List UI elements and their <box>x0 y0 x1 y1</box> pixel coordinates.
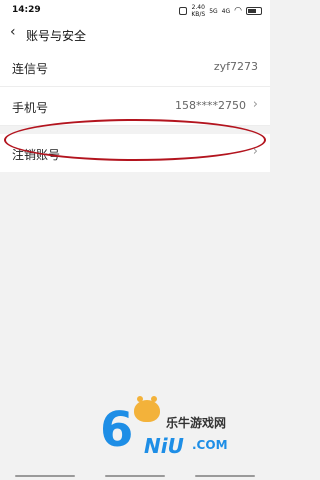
status-time: 14:29 <box>12 5 41 15</box>
chevron-right-icon: › <box>252 97 258 112</box>
wifi-icon: ◠ <box>234 6 242 16</box>
notification-icon <box>179 7 188 15</box>
row-label: 注销账号 <box>12 148 61 162</box>
status-bar: 14:29 2.40 KB/S 5G 4G ◠ <box>0 0 270 20</box>
net-speed-unit: KB/S <box>191 11 206 18</box>
page-title: 账号与安全 <box>26 29 87 43</box>
signal-4g: 4G <box>221 7 231 15</box>
system-nav-bar <box>0 472 270 480</box>
row-value: zyf7273 <box>213 60 258 73</box>
nav-indicator[interactable] <box>195 475 255 477</box>
nav-indicator[interactable] <box>15 475 75 477</box>
row-value: 158****2750 <box>175 99 246 112</box>
page-header: ‹ 账号与安全 <box>0 20 270 48</box>
row-cancel-account[interactable]: 注销账号 › <box>0 134 270 172</box>
watermark-brand: 乐牛游戏网 <box>166 416 227 430</box>
section-gap <box>0 126 270 134</box>
watermark-digit: 6 <box>100 402 134 458</box>
watermark-domain: .COM <box>192 438 228 452</box>
row-label: 连信号 <box>12 62 49 76</box>
row-phone[interactable]: 手机号 158****2750 › <box>0 87 270 126</box>
watermark-letters: NiU <box>144 434 184 458</box>
row-label: 手机号 <box>12 101 49 115</box>
signal-5g: 5G <box>209 7 218 15</box>
cow-mascot-icon <box>134 396 160 422</box>
chevron-right-icon: › <box>252 144 258 159</box>
status-icons: 2.40 KB/S 5G 4G ◠ <box>179 4 262 18</box>
watermark-logo: 6 乐牛游戏网 NiU .COM <box>100 396 270 466</box>
settings-list: 连信号 zyf7273 手机号 158****2750 › 注销账号 › <box>0 48 270 172</box>
chevron-left-icon[interactable]: ‹ <box>10 24 16 40</box>
net-speed: 2.40 KB/S <box>191 4 205 18</box>
nav-indicator[interactable] <box>105 475 165 477</box>
battery-icon <box>246 7 262 15</box>
account-security-screen: 14:29 2.40 KB/S 5G 4G ◠ ‹ 账号与安全 连信号 zyf7… <box>0 0 270 480</box>
net-speed-value: 2.40 <box>191 4 205 11</box>
row-lianxin-id[interactable]: 连信号 zyf7273 <box>0 48 270 87</box>
